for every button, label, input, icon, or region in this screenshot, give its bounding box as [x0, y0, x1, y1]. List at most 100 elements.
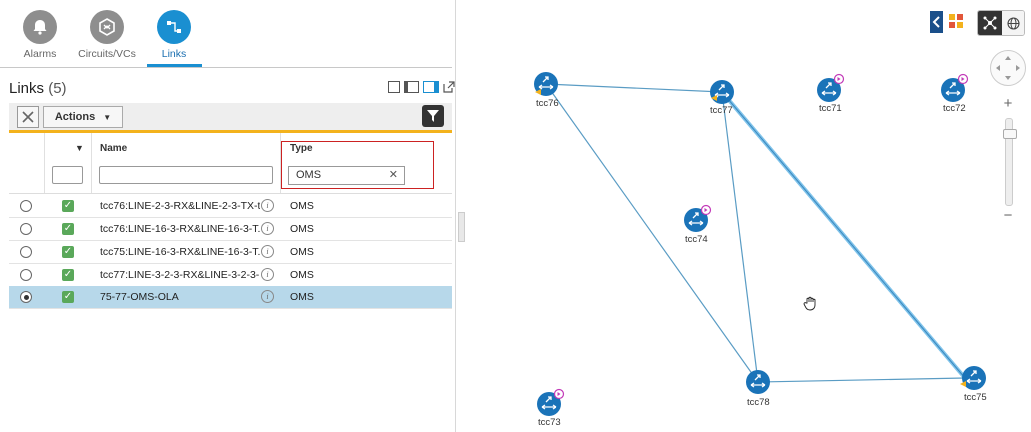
- row-status-check-icon: ✓: [62, 269, 74, 281]
- info-icon[interactable]: i: [261, 245, 274, 258]
- circuits-icon: [90, 10, 124, 44]
- row-type: OMS: [290, 200, 314, 212]
- view-split-right-icon[interactable]: [423, 81, 439, 93]
- filter-button[interactable]: [422, 105, 444, 127]
- links-toolbar: Actions ▼: [9, 103, 452, 133]
- type-filter-input[interactable]: OMS ✕: [288, 166, 405, 185]
- active-tab-indicator: [147, 64, 202, 67]
- popout-icon[interactable]: [443, 81, 455, 93]
- row-radio[interactable]: [20, 291, 32, 303]
- node-tcc73[interactable]: tcc73: [536, 388, 565, 429]
- info-icon[interactable]: i: [261, 290, 274, 303]
- node-label: tcc72: [943, 103, 966, 114]
- info-icon[interactable]: i: [261, 222, 274, 235]
- node-label: tcc74: [685, 234, 708, 245]
- node-label: tcc78: [747, 397, 770, 408]
- network-icon: [983, 16, 997, 30]
- sort-arrow-icon[interactable]: ▼: [75, 143, 84, 153]
- actions-label: Actions: [54, 111, 96, 123]
- info-icon[interactable]: i: [261, 268, 274, 281]
- zoom-out-button[interactable]: −: [1002, 207, 1014, 224]
- zoom-slider-handle[interactable]: [1003, 129, 1017, 139]
- tab-links[interactable]: Links: [139, 10, 209, 60]
- row-type: OMS: [290, 269, 314, 281]
- clear-selection-button[interactable]: [17, 106, 39, 128]
- row-type: OMS: [290, 223, 314, 235]
- row-name: tcc76:LINE-2-3-RX&LINE-2-3-TX-t...: [100, 200, 260, 212]
- row-status-check-icon: ✓: [62, 223, 74, 235]
- topology-view-button[interactable]: [978, 11, 1002, 35]
- zoom-slider[interactable]: [1003, 118, 1017, 206]
- link-78-75[interactable]: [757, 377, 966, 383]
- node-label: tcc73: [538, 417, 561, 428]
- tab-alarms-label: Alarms: [23, 48, 57, 60]
- tab-circuits-label: Circuits/VCs: [78, 48, 136, 60]
- node-tcc71[interactable]: tcc71: [816, 73, 845, 115]
- row-radio[interactable]: [20, 223, 32, 235]
- tab-links-label: Links: [161, 48, 187, 60]
- table-row[interactable]: ✓ tcc76:LINE-16-3-RX&LINE-16-3-T... i OM…: [9, 218, 452, 241]
- actions-dropdown[interactable]: Actions ▼: [43, 106, 123, 128]
- row-radio[interactable]: [20, 246, 32, 258]
- filter-icon: [427, 110, 439, 122]
- row-type: OMS: [290, 291, 314, 303]
- row-status-check-icon: ✓: [62, 291, 74, 303]
- topology-map[interactable]: tcc76 tcc77 tcc71 tcc72 tcc74 tcc78 tcc7…: [464, 0, 1031, 432]
- tab-alarms[interactable]: Alarms: [5, 10, 75, 60]
- row-status-check-icon: ✓: [62, 200, 74, 212]
- view-split-left-icon[interactable]: [404, 81, 419, 93]
- select-filter-input[interactable]: [52, 166, 83, 184]
- pan-arrows-icon: [996, 56, 1020, 80]
- node-tcc76[interactable]: tcc76: [533, 71, 559, 109]
- table-row[interactable]: ✓ tcc77:LINE-3-2-3-RX&LINE-3-2-3-... i O…: [9, 264, 452, 287]
- row-radio[interactable]: [20, 200, 32, 212]
- row-type: OMS: [290, 246, 314, 258]
- left-panel: Alarms Circuits/VCs Links Links (5) Acti…: [0, 0, 456, 432]
- row-name: tcc77:LINE-3-2-3-RX&LINE-3-2-3-...: [100, 269, 260, 281]
- node-label: tcc71: [819, 103, 842, 114]
- links-title: Links: [9, 80, 45, 97]
- node-tcc75[interactable]: tcc75: [960, 365, 987, 403]
- map-mode-toggle[interactable]: [977, 10, 1025, 36]
- node-tcc74[interactable]: tcc74: [683, 204, 712, 246]
- collapse-panel-button[interactable]: [930, 11, 943, 33]
- layers-icon[interactable]: [949, 14, 963, 28]
- hand-cursor-icon: [803, 296, 816, 311]
- chevron-down-icon: ▼: [103, 112, 112, 122]
- row-radio[interactable]: [20, 269, 32, 281]
- row-name: tcc76:LINE-16-3-RX&LINE-16-3-T...: [100, 223, 260, 235]
- node-label: tcc76: [536, 98, 559, 109]
- type-filter-value: OMS: [296, 169, 322, 181]
- node-tcc72[interactable]: tcc72: [940, 73, 969, 115]
- close-icon: [22, 111, 34, 123]
- link-76-77[interactable]: [545, 83, 723, 93]
- table-row[interactable]: ✓ tcc76:LINE-2-3-RX&LINE-2-3-TX-t... i O…: [9, 195, 452, 218]
- links-header: Links (5): [9, 80, 67, 97]
- links-count: (5): [48, 80, 67, 97]
- view-toggle-group: [388, 81, 455, 93]
- view-single-icon[interactable]: [388, 81, 400, 93]
- links-icon: [157, 10, 191, 44]
- name-filter-input[interactable]: [99, 166, 273, 184]
- clear-filter-icon[interactable]: ✕: [389, 167, 398, 184]
- row-name: 75-77-OMS-OLA: [100, 291, 179, 303]
- node-label: tcc77: [710, 105, 733, 116]
- link-77-75[interactable]: [721, 91, 966, 379]
- globe-icon: [1006, 16, 1020, 30]
- table-header: ▼ Name Type OMS ✕: [9, 133, 452, 194]
- chevron-left-icon: [932, 16, 940, 28]
- node-label: tcc75: [964, 392, 987, 403]
- zoom-in-button[interactable]: +: [1002, 95, 1014, 112]
- node-tcc78[interactable]: tcc78: [745, 369, 771, 408]
- info-icon[interactable]: i: [261, 199, 274, 212]
- bell-icon: [23, 10, 57, 44]
- pan-control[interactable]: [990, 50, 1026, 86]
- column-header-name[interactable]: Name: [100, 143, 127, 154]
- node-tcc77[interactable]: tcc77: [709, 79, 735, 116]
- table-row[interactable]: ✓ tcc75:LINE-16-3-RX&LINE-16-3-T... i OM…: [9, 241, 452, 264]
- row-status-check-icon: ✓: [62, 246, 74, 258]
- tab-bar: Alarms Circuits/VCs Links: [0, 0, 452, 68]
- table-row-selected[interactable]: ✓ 75-77-OMS-OLA i OMS: [9, 286, 452, 309]
- geo-view-button[interactable]: [1002, 11, 1024, 35]
- tab-circuits[interactable]: Circuits/VCs: [72, 10, 142, 60]
